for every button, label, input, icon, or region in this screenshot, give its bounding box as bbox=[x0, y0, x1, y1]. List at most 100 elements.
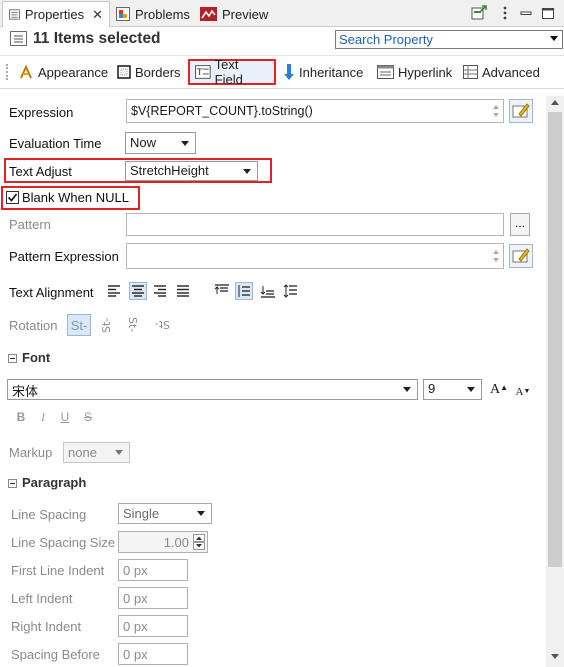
svg-text:St-: St- bbox=[100, 318, 113, 333]
tab-problems[interactable]: Problems bbox=[110, 2, 196, 26]
italic-button[interactable]: I bbox=[34, 408, 52, 426]
align-top-icon[interactable] bbox=[213, 282, 231, 300]
tab-label: Borders bbox=[135, 64, 181, 80]
search-property-combo[interactable]: Search Property bbox=[335, 30, 563, 49]
align-middle-icon[interactable] bbox=[235, 282, 253, 300]
tab-properties[interactable]: Properties ✕ bbox=[2, 1, 110, 27]
scroll-up-icon[interactable] bbox=[550, 99, 560, 107]
bold-button[interactable]: B bbox=[12, 408, 30, 426]
inheritance-icon bbox=[284, 64, 294, 80]
tab-label: Inheritance bbox=[299, 64, 364, 80]
tab-hyperlink[interactable]: Hyperlink bbox=[372, 59, 457, 85]
spinner-icon[interactable] bbox=[193, 534, 205, 550]
tab-label: Properties bbox=[24, 7, 85, 22]
pattern-field[interactable] bbox=[126, 213, 504, 236]
chevron-down-icon bbox=[403, 387, 411, 392]
evaluation-time-label: Evaluation Time bbox=[9, 136, 102, 151]
svg-text:T: T bbox=[196, 68, 203, 78]
increase-font-icon: A bbox=[489, 382, 501, 397]
tab-inheritance[interactable]: Inheritance bbox=[278, 59, 368, 85]
align-left-icon[interactable] bbox=[105, 282, 123, 300]
right-indent-input[interactable]: 0 px bbox=[118, 615, 188, 637]
font-family-value: 宋体 bbox=[12, 384, 39, 399]
blank-when-null-label[interactable]: Blank When NULL bbox=[22, 190, 129, 205]
view-tab-bar: Properties ✕ Problems Preview bbox=[0, 0, 564, 27]
text-adjust-value: StretchHeight bbox=[130, 163, 209, 178]
line-spacing-size-label: Line Spacing Size bbox=[11, 535, 116, 550]
pattern-expression-field[interactable] bbox=[126, 243, 504, 269]
close-icon[interactable]: ✕ bbox=[92, 7, 103, 23]
tab-label: Advanced bbox=[482, 64, 540, 80]
section-tab-bar: Appearance Borders T Text Field Inherita… bbox=[0, 55, 564, 89]
pin-view-icon[interactable] bbox=[471, 5, 487, 21]
spacing-before-label: Spacing Before bbox=[11, 647, 100, 662]
edit-pattern-expression-button[interactable] bbox=[509, 244, 533, 268]
maximize-icon[interactable] bbox=[540, 5, 556, 21]
blank-when-null-checkbox[interactable] bbox=[6, 191, 19, 204]
collapse-paragraph-icon[interactable] bbox=[8, 479, 17, 488]
align-center-icon[interactable] bbox=[129, 282, 147, 300]
rotation-left-icon[interactable]: St- bbox=[97, 314, 115, 336]
decrease-font-button[interactable]: A ▼ bbox=[514, 383, 532, 401]
strikethrough-button[interactable]: S bbox=[79, 408, 97, 426]
left-indent-input[interactable]: 0 px bbox=[118, 587, 188, 609]
spacing-before-input[interactable]: 0 px bbox=[118, 643, 188, 665]
paragraph-section-title: Paragraph bbox=[22, 475, 87, 490]
text-adjust-select[interactable]: StretchHeight bbox=[125, 161, 258, 181]
collapse-font-icon[interactable] bbox=[8, 354, 17, 363]
tab-borders[interactable]: Borders bbox=[112, 59, 186, 85]
hyperlink-icon bbox=[377, 65, 394, 79]
font-size-value: 9 bbox=[428, 381, 436, 396]
view-menu-icon[interactable] bbox=[497, 5, 513, 21]
tab-preview[interactable]: Preview bbox=[194, 2, 274, 26]
chevron-down-icon bbox=[467, 387, 475, 392]
preview-icon bbox=[200, 7, 217, 21]
rotation-right-icon[interactable]: St- bbox=[124, 314, 142, 336]
rotation-upside-down-icon[interactable]: St- bbox=[149, 314, 173, 336]
underline-button[interactable]: U bbox=[56, 408, 74, 426]
tab-text-field[interactable]: T Text Field bbox=[188, 57, 276, 87]
line-spacing-size-value: 1.00 bbox=[163, 535, 189, 550]
expression-field[interactable]: $V{REPORT_COUNT}.toString() bbox=[126, 99, 504, 123]
evaluation-time-select[interactable]: Now bbox=[125, 132, 196, 154]
rotation-none-button[interactable]: St- bbox=[67, 314, 91, 336]
increase-font-button[interactable]: A ▲ bbox=[489, 381, 509, 399]
markup-select[interactable]: none bbox=[63, 442, 130, 463]
scrollbar-thumb[interactable] bbox=[548, 112, 562, 567]
font-family-select[interactable]: 宋体 bbox=[7, 379, 418, 400]
expression-label: Expression bbox=[9, 105, 74, 120]
pattern-expression-label: Pattern Expression bbox=[9, 249, 119, 264]
chevron-down-icon bbox=[181, 141, 189, 146]
tab-appearance[interactable]: Appearance bbox=[13, 59, 113, 85]
chevron-down-icon bbox=[243, 169, 251, 174]
align-justify-icon[interactable] bbox=[174, 282, 192, 300]
line-spacing-select[interactable]: Single bbox=[118, 503, 212, 524]
text-alignment-label: Text Alignment bbox=[9, 285, 94, 300]
chevron-down-icon bbox=[115, 450, 123, 455]
minimize-icon[interactable] bbox=[518, 5, 534, 21]
page-title: 11 Items selected bbox=[33, 30, 161, 47]
decrease-font-icon: A bbox=[515, 386, 524, 398]
scroll-down-icon[interactable] bbox=[550, 652, 560, 660]
first-line-indent-label: First Line Indent bbox=[11, 563, 105, 578]
chevron-down-icon bbox=[550, 36, 558, 41]
align-bottom-icon[interactable] bbox=[259, 282, 277, 300]
line-spacing-label: Line Spacing bbox=[11, 507, 87, 522]
chevron-down-icon bbox=[197, 511, 205, 516]
svg-text:St-: St- bbox=[126, 317, 139, 332]
tab-label: Text Field bbox=[214, 57, 243, 87]
markup-label: Markup bbox=[9, 445, 53, 460]
tab-advanced[interactable]: Advanced bbox=[458, 59, 545, 85]
pattern-browse-button[interactable]: ... bbox=[510, 213, 530, 236]
edit-expression-button[interactable] bbox=[509, 99, 533, 123]
check-icon bbox=[7, 193, 18, 202]
evaluation-time-value: Now bbox=[130, 135, 157, 150]
align-justify-vertical-icon[interactable] bbox=[282, 282, 300, 300]
spin-icon bbox=[493, 250, 499, 262]
expression-value: $V{REPORT_COUNT}.toString() bbox=[131, 104, 313, 118]
font-size-select[interactable]: 9 bbox=[423, 379, 482, 400]
first-line-indent-input[interactable]: 0 px bbox=[118, 559, 188, 581]
selection-icon bbox=[10, 31, 27, 46]
line-spacing-size-input[interactable]: 1.00 bbox=[118, 531, 208, 553]
align-right-icon[interactable] bbox=[151, 282, 169, 300]
